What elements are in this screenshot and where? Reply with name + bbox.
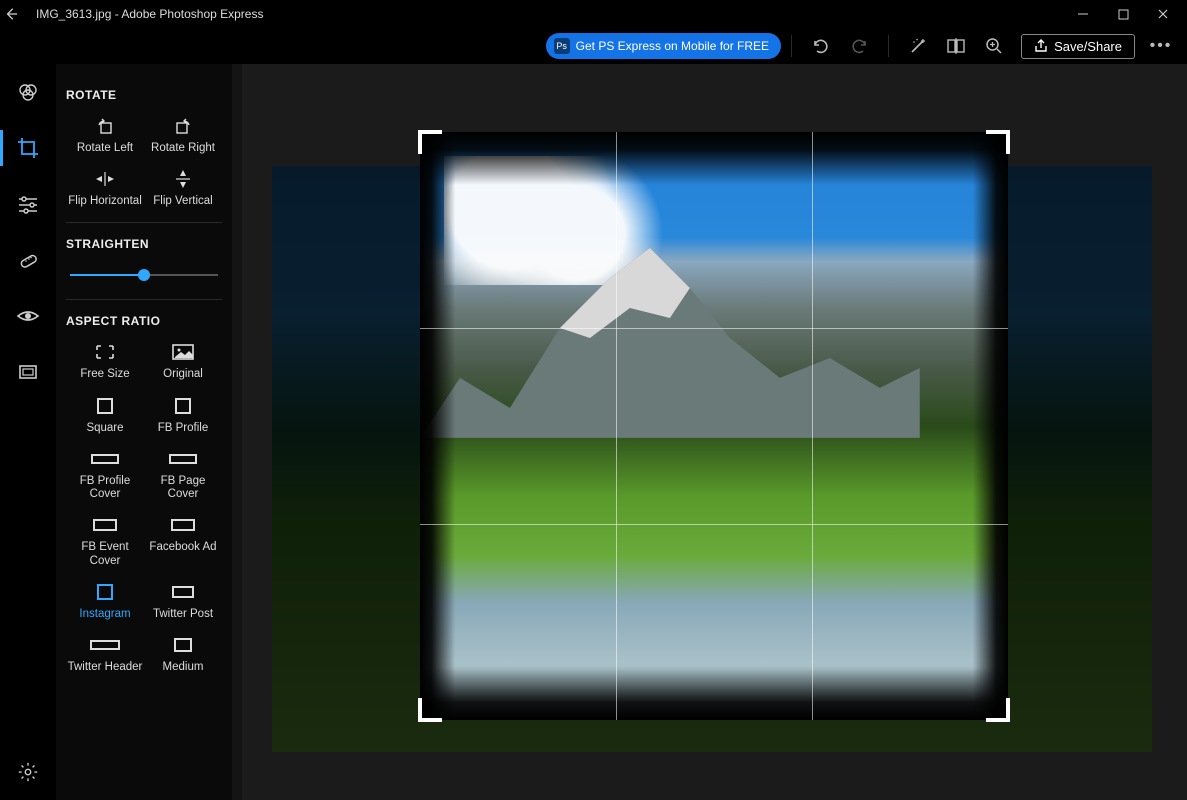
flip-vertical-icon	[175, 169, 191, 189]
rail-redeye[interactable]	[0, 288, 56, 344]
aspect-instagram-label: Instagram	[79, 608, 130, 621]
aspect-square-icon	[97, 396, 113, 416]
aspect-original-button[interactable]: Original	[144, 342, 222, 381]
aspect-fb-profile-cover-button[interactable]: FB Profile Cover	[66, 449, 144, 501]
aspect-medium-icon	[174, 635, 192, 655]
aspect-twitter-post-icon	[172, 582, 194, 602]
aspect-original-label: Original	[163, 368, 203, 381]
flip-horizontal-button[interactable]: Flip Horizontal	[66, 169, 144, 208]
toolbar: Ps Get PS Express on Mobile for FREE Sav…	[0, 28, 1187, 64]
rotate-heading: ROTATE	[66, 88, 222, 102]
crop-panel: ROTATE Rotate Left Rotate Right Flip Hor…	[56, 64, 232, 800]
straighten-slider[interactable]	[70, 265, 218, 285]
crop-grid-line	[420, 524, 1008, 525]
toolbar-separator	[888, 35, 889, 57]
crop-handle-bl[interactable]	[418, 698, 442, 722]
rotate-right-label: Rotate Right	[151, 142, 215, 155]
more-menu-button[interactable]: •••	[1143, 37, 1179, 55]
aspect-free-label: Free Size	[80, 368, 129, 381]
rotate-left-icon	[95, 116, 115, 136]
aspect-instagram-button[interactable]: Instagram	[66, 582, 144, 621]
rail-heal[interactable]	[0, 232, 56, 288]
aspect-ratio-heading: ASPECT RATIO	[66, 314, 222, 328]
rail-border[interactable]	[0, 344, 56, 400]
aspect-original-icon	[172, 342, 194, 362]
share-icon	[1034, 39, 1048, 53]
aspect-twitter-post-label: Twitter Post	[153, 608, 213, 621]
straighten-heading: STRAIGHTEN	[66, 237, 222, 251]
crop-handle-tl[interactable]	[418, 130, 442, 154]
aspect-fb-page-cover-label: FB Page Cover	[144, 475, 222, 501]
flip-vertical-label: Flip Vertical	[153, 195, 212, 208]
aspect-twitter-post-button[interactable]: Twitter Post	[144, 582, 222, 621]
zoom-button[interactable]	[975, 31, 1013, 61]
back-button[interactable]	[4, 7, 32, 21]
rail-adjust[interactable]	[0, 176, 56, 232]
aspect-fb-event-button[interactable]: FB Event Cover	[66, 515, 144, 567]
flip-horizontal-icon	[94, 169, 116, 189]
canvas-scroll-gutter[interactable]	[232, 64, 242, 800]
maximize-button[interactable]	[1103, 0, 1143, 28]
aspect-fb-page-cover-button[interactable]: FB Page Cover	[144, 449, 222, 501]
aspect-square-button[interactable]: Square	[66, 396, 144, 435]
aspect-free-icon	[95, 342, 115, 362]
aspect-instagram-icon	[97, 582, 113, 602]
crop-grid-line	[616, 132, 617, 720]
crop-grid-line	[812, 132, 813, 720]
promo-pill[interactable]: Ps Get PS Express on Mobile for FREE	[546, 33, 781, 59]
aspect-fb-event-label: FB Event Cover	[66, 541, 144, 567]
compare-button[interactable]	[937, 31, 975, 61]
aspect-fb-profile-label: FB Profile	[158, 422, 209, 435]
rail-looks[interactable]	[0, 64, 56, 120]
rail-settings[interactable]	[0, 744, 56, 800]
flip-horizontal-label: Flip Horizontal	[68, 195, 142, 208]
rotate-right-button[interactable]: Rotate Right	[144, 116, 222, 155]
aspect-fb-profile-cover-icon	[91, 449, 119, 469]
aspect-fb-ad-label: Facebook Ad	[149, 541, 216, 554]
auto-enhance-button[interactable]	[899, 31, 937, 61]
aspect-twitter-header-label: Twitter Header	[68, 661, 143, 674]
aspect-medium-label: Medium	[163, 661, 204, 674]
mountain-shape	[420, 238, 920, 438]
rail-crop[interactable]	[0, 120, 56, 176]
aspect-fb-profile-button[interactable]: FB Profile	[144, 396, 222, 435]
canvas-area	[232, 64, 1187, 800]
toolbar-separator	[791, 35, 792, 57]
promo-label: Get PS Express on Mobile for FREE	[576, 39, 769, 53]
crop-handle-tr[interactable]	[986, 130, 1010, 154]
crop-handle-br[interactable]	[986, 698, 1010, 722]
left-rail	[0, 64, 56, 800]
save-share-label: Save/Share	[1054, 39, 1122, 54]
aspect-fb-ad-icon	[171, 515, 195, 535]
crop-region[interactable]	[420, 132, 1008, 720]
aspect-fb-profile-icon	[175, 396, 191, 416]
window-title: IMG_3613.jpg - Adobe Photoshop Express	[32, 7, 263, 21]
aspect-square-label: Square	[86, 422, 123, 435]
close-button[interactable]	[1143, 0, 1183, 28]
titlebar: IMG_3613.jpg - Adobe Photoshop Express	[0, 0, 1187, 28]
rotate-right-icon	[173, 116, 193, 136]
save-share-button[interactable]: Save/Share	[1021, 34, 1135, 59]
undo-button[interactable]	[802, 31, 840, 61]
aspect-fb-page-cover-icon	[169, 449, 197, 469]
photo-preview	[420, 132, 1008, 720]
crop-grid-line	[420, 328, 1008, 329]
rotate-left-button[interactable]: Rotate Left	[66, 116, 144, 155]
aspect-twitter-header-button[interactable]: Twitter Header	[66, 635, 144, 674]
aspect-fb-ad-button[interactable]: Facebook Ad	[144, 515, 222, 567]
aspect-fb-profile-cover-label: FB Profile Cover	[66, 475, 144, 501]
ps-badge-icon: Ps	[554, 38, 570, 54]
redo-button[interactable]	[840, 31, 878, 61]
aspect-fb-event-icon	[93, 515, 117, 535]
minimize-button[interactable]	[1063, 0, 1103, 28]
flip-vertical-button[interactable]: Flip Vertical	[144, 169, 222, 208]
aspect-free-button[interactable]: Free Size	[66, 342, 144, 381]
aspect-medium-button[interactable]: Medium	[144, 635, 222, 674]
aspect-twitter-header-icon	[90, 635, 120, 655]
rotate-left-label: Rotate Left	[77, 142, 133, 155]
